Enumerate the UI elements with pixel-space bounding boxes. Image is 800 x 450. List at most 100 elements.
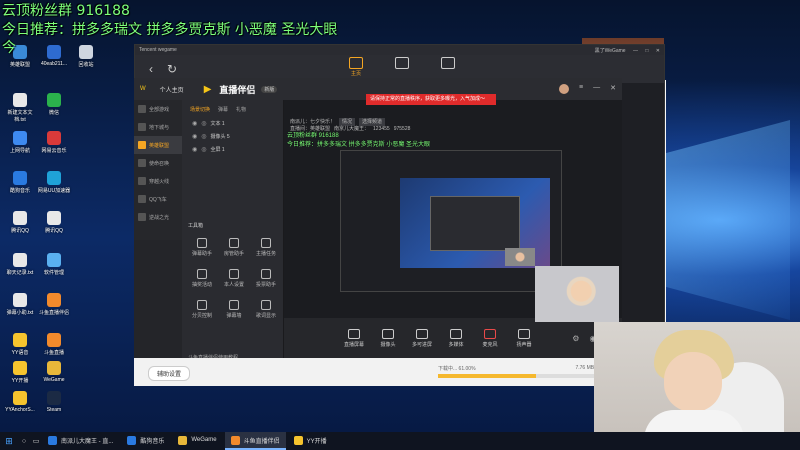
game-menu-item[interactable]: 使命召唤 <box>134 154 182 172</box>
lock-icon[interactable]: ◎ <box>201 146 206 153</box>
desktop-icon-label: 新建文本文档.txt <box>7 110 33 123</box>
scene-tab[interactable]: 弹幕 <box>218 106 228 113</box>
search-icon[interactable]: ○ <box>18 438 30 445</box>
notice-banner[interactable]: 请保持正常的直播秩序，获取更多曝光，入气加成～ <box>366 94 496 105</box>
taskbar-app[interactable]: YY开播 <box>288 432 333 450</box>
toolbox-item[interactable]: 弹幕助手 <box>186 238 218 257</box>
taskbar-app[interactable]: 南派儿大魔王 - 直... <box>42 432 119 450</box>
eye-icon[interactable]: ◉ <box>192 146 197 153</box>
desktop-icon[interactable]: 腾讯QQ <box>36 211 72 234</box>
refresh-icon[interactable]: ↻ <box>167 62 177 76</box>
toolbox-item[interactable]: 投票助手 <box>250 269 282 288</box>
broadcast-logo-icon: ▶ <box>203 83 212 95</box>
settings-icon[interactable]: ⚙ <box>572 334 579 343</box>
avatar[interactable] <box>559 84 570 94</box>
desktop-icon[interactable]: 酷狗音乐 <box>2 171 38 194</box>
game-menu-item[interactable]: 逆战之光 <box>134 208 182 226</box>
desktop-icon[interactable]: YY开播 <box>2 361 38 384</box>
taskbar-app[interactable]: 酷狗音乐 <box>121 432 170 450</box>
game-icon <box>138 123 146 131</box>
tool-icon <box>229 269 239 279</box>
source-toolbar: 直播屏幕摄像头多可进屏多媒体麦克风扬声器 ⚙ ◉ ▭ <box>284 318 622 358</box>
taskbar-app[interactable]: 斗鱼直播伴侣 <box>224 432 286 450</box>
start-icon[interactable]: ⊞ <box>0 436 18 447</box>
minimize-icon[interactable]: — <box>633 48 638 54</box>
source-icon <box>450 328 462 339</box>
nav-tab[interactable] <box>391 57 413 77</box>
window-user[interactable]: 黑了WeGame <box>595 48 626 54</box>
toolbox-item[interactable]: 弹幕墙 <box>218 300 250 319</box>
source-item[interactable]: ◉ ◎ 文本 1 <box>182 117 283 130</box>
desktop-icon[interactable]: 斗鱼直播伴侣 <box>36 293 72 316</box>
taskbar-app[interactable]: WeGame <box>172 432 222 450</box>
taskbar-app-label: YY开播 <box>306 438 327 445</box>
app-icon <box>47 211 61 225</box>
toolbox-item[interactable]: 分贝控制 <box>186 300 218 319</box>
desktop-icon[interactable]: 网易UU加速器 <box>36 171 72 194</box>
back-icon[interactable]: ‹ <box>149 62 153 76</box>
source-button[interactable]: 麦克风 <box>478 328 502 348</box>
desktop-icon[interactable]: 40eab211... <box>36 45 72 67</box>
streamer-shirt <box>644 410 744 432</box>
profile-home-label[interactable]: 个人主页 <box>160 85 184 94</box>
preview-overlay-fan-group: 云顶粉丝群 916188 <box>287 133 339 139</box>
source-button[interactable]: 多可进屏 <box>410 328 434 348</box>
desktop-icon-label: 网易UU加速器 <box>37 188 71 194</box>
nested-preview-window <box>430 196 520 251</box>
desktop-icon[interactable]: 腾讯QQ <box>2 211 38 234</box>
eye-icon[interactable]: ◉ <box>192 120 197 127</box>
desktop-icon-label: Steam <box>46 407 62 413</box>
toolbox-item[interactable]: 房管助手 <box>218 238 250 257</box>
desktop-icon[interactable]: 微信 <box>36 93 72 116</box>
toolbox-item[interactable]: 主播任务 <box>250 238 282 257</box>
menu-icon[interactable]: ≡ <box>579 84 583 94</box>
tool-footer: 辅助设置 下载中... 61.00% 7.76 MB/s <box>134 358 622 386</box>
desktop-icon[interactable]: 回收站 <box>68 45 104 68</box>
version-badge[interactable]: 新版 <box>261 85 278 93</box>
game-menu-item[interactable]: 英雄联盟 <box>134 136 182 154</box>
source-button[interactable]: 摄像头 <box>376 328 400 348</box>
game-menu-item[interactable]: 穿越火线 <box>134 172 182 190</box>
desktop-icon[interactable]: YY语音 <box>2 333 38 356</box>
eye-icon[interactable]: ◉ <box>192 133 197 140</box>
room-info-item[interactable]: 选择频道 <box>359 118 386 126</box>
desktop-icon-label: YY开播 <box>11 378 29 384</box>
nav-tab[interactable]: 主页 <box>345 57 367 77</box>
desktop-icon[interactable]: WeGame <box>36 361 72 383</box>
game-menu-item[interactable]: 地下城与 <box>134 118 182 136</box>
source-button[interactable]: 直播屏幕 <box>342 328 366 348</box>
source-button[interactable]: 扬声器 <box>512 328 536 348</box>
room-info-item[interactable]: 情况 <box>339 118 356 126</box>
desktop-icon[interactable]: 网易云音乐 <box>36 131 72 154</box>
desktop-icon[interactable]: Steam <box>36 391 72 413</box>
desktop-icon[interactable]: 聊天记录.txt <box>2 253 38 276</box>
nav-tab[interactable] <box>437 57 459 77</box>
scene-tab[interactable]: 场景切换 <box>190 106 210 113</box>
desktop-icon[interactable]: 新建文本文档.txt <box>2 93 38 123</box>
task-view-icon[interactable]: ▭ <box>30 437 42 445</box>
close-icon[interactable]: ✕ <box>656 48 660 54</box>
desktop-icon[interactable]: 斗鱼直播 <box>36 333 72 356</box>
desktop-icon[interactable]: 弹幕小助.txt <box>2 293 38 316</box>
desktop-icon[interactable]: 软件管理 <box>36 253 72 276</box>
scene-tab[interactable]: 礼物 <box>236 106 246 113</box>
source-item[interactable]: ◉ ◎ 全屏 1 <box>182 143 283 156</box>
download-progress: 下载中... 61.00% 7.76 MB/s <box>438 365 598 378</box>
lock-icon[interactable]: ◎ <box>201 120 206 127</box>
maximize-icon[interactable]: □ <box>645 48 648 54</box>
toolbox-item[interactable]: 本人设置 <box>218 269 250 288</box>
game-menu-item[interactable]: 全部游戏 <box>134 100 182 118</box>
desktop-icon[interactable]: YYAnchorS... <box>2 391 38 413</box>
app-icon <box>13 211 27 225</box>
game-menu-item[interactable]: QQ飞车 <box>134 190 182 208</box>
toolbox-item[interactable]: 歌词显示 <box>250 300 282 319</box>
lock-icon[interactable]: ◎ <box>201 133 206 140</box>
assist-settings-button[interactable]: 辅助设置 <box>148 366 191 381</box>
nav-tab-label: 主页 <box>350 71 361 77</box>
minimize-icon[interactable]: — <box>593 84 600 94</box>
desktop-icon[interactable]: 上网导航 <box>2 131 38 154</box>
source-item[interactable]: ◉ ◎ 摄像头 5 <box>182 130 283 143</box>
source-button[interactable]: 多媒体 <box>444 328 468 348</box>
toolbox-item[interactable]: 抽奖活动 <box>186 269 218 288</box>
close-icon[interactable]: ✕ <box>610 84 616 94</box>
